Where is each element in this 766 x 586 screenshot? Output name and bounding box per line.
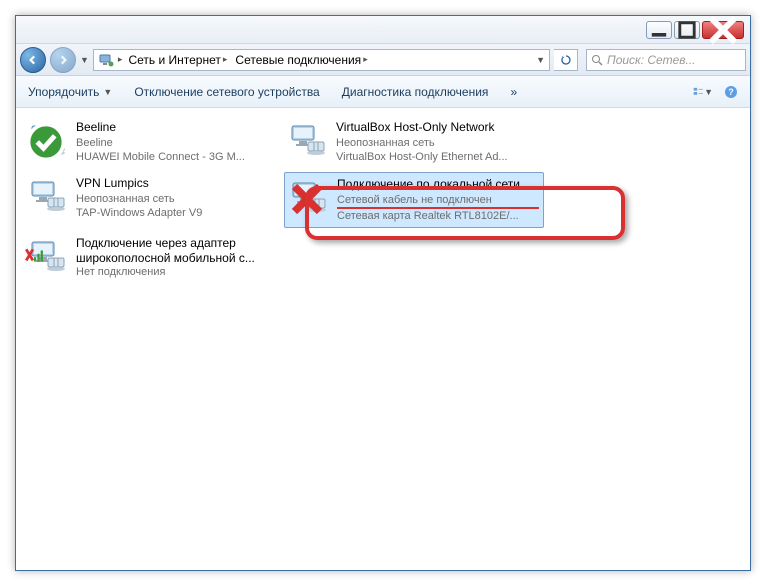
- network-location-icon: [98, 52, 114, 68]
- breadcrumb-root[interactable]: Сеть и Интернет ▸: [126, 53, 229, 67]
- breadcrumb-current[interactable]: Сетевые подключения ▸: [233, 53, 369, 67]
- connection-item[interactable]: Подключение по локальной сетиСетевой каб…: [284, 172, 544, 228]
- close-button[interactable]: [702, 21, 744, 39]
- svg-text:?: ?: [728, 87, 734, 97]
- search-icon: [591, 54, 603, 66]
- organize-button[interactable]: Упорядочить▼: [24, 83, 116, 101]
- connection-name: VirtualBox Host-Only Network: [336, 120, 540, 136]
- navbar: ▼ ▸ Сеть и Интернет ▸ Сетевые подключени…: [16, 44, 750, 76]
- connection-status: Сетевой кабель не подключен: [337, 193, 539, 209]
- maximize-button[interactable]: [674, 21, 700, 39]
- network-adapter-icon: [28, 236, 68, 276]
- forward-button[interactable]: [50, 47, 76, 73]
- connection-item[interactable]: Подключение через адаптер широкополосной…: [24, 232, 284, 283]
- address-dropdown-icon[interactable]: ▼: [536, 55, 545, 65]
- network-adapter-icon: [288, 120, 328, 160]
- connection-name: VPN Lumpics: [76, 176, 280, 192]
- toolbar: Упорядочить▼ Отключение сетевого устройс…: [16, 76, 750, 108]
- connection-device: HUAWEI Mobile Connect - 3G M...: [76, 150, 280, 164]
- connection-item[interactable]: BeelineBeelineHUAWEI Mobile Connect - 3G…: [24, 116, 284, 168]
- view-options-button[interactable]: ▼: [692, 81, 714, 103]
- connection-device: TAP-Windows Adapter V9: [76, 206, 280, 220]
- connection-status: Неопознанная сеть: [76, 192, 280, 206]
- connections-pane: BeelineBeelineHUAWEI Mobile Connect - 3G…: [16, 108, 750, 295]
- network-adapter-icon: [289, 177, 329, 217]
- more-commands-button[interactable]: »: [506, 83, 521, 101]
- network-adapter-icon: [28, 120, 68, 160]
- network-adapter-icon: [28, 176, 68, 216]
- help-button[interactable]: ?: [720, 81, 742, 103]
- connection-item[interactable]: VPN LumpicsНеопознанная сетьTAP-Windows …: [24, 172, 284, 228]
- connection-device: Сетевая карта Realtek RTL8102E/...: [337, 209, 539, 223]
- diagnose-button[interactable]: Диагностика подключения: [338, 83, 493, 101]
- connection-status: Неопознанная сеть: [336, 136, 540, 150]
- search-input[interactable]: Поиск: Сетев...: [586, 49, 746, 71]
- minimize-button[interactable]: [646, 21, 672, 39]
- refresh-button[interactable]: [554, 49, 578, 71]
- history-dropdown-icon[interactable]: ▼: [80, 55, 89, 65]
- connection-name: Подключение через адаптер широкополосной…: [76, 236, 280, 265]
- disable-device-button[interactable]: Отключение сетевого устройства: [130, 83, 323, 101]
- connection-status: Beeline: [76, 136, 280, 150]
- connection-device: VirtualBox Host-Only Ethernet Ad...: [336, 150, 540, 164]
- explorer-window: ▼ ▸ Сеть и Интернет ▸ Сетевые подключени…: [15, 15, 751, 571]
- connection-item[interactable]: VirtualBox Host-Only NetworkНеопознанная…: [284, 116, 544, 168]
- back-button[interactable]: [20, 47, 46, 73]
- connection-name: Beeline: [76, 120, 280, 136]
- titlebar: [16, 16, 750, 44]
- address-bar[interactable]: ▸ Сеть и Интернет ▸ Сетевые подключения …: [93, 49, 550, 71]
- connection-name: Подключение по локальной сети: [337, 177, 539, 193]
- connection-status: Нет подключения: [76, 265, 280, 279]
